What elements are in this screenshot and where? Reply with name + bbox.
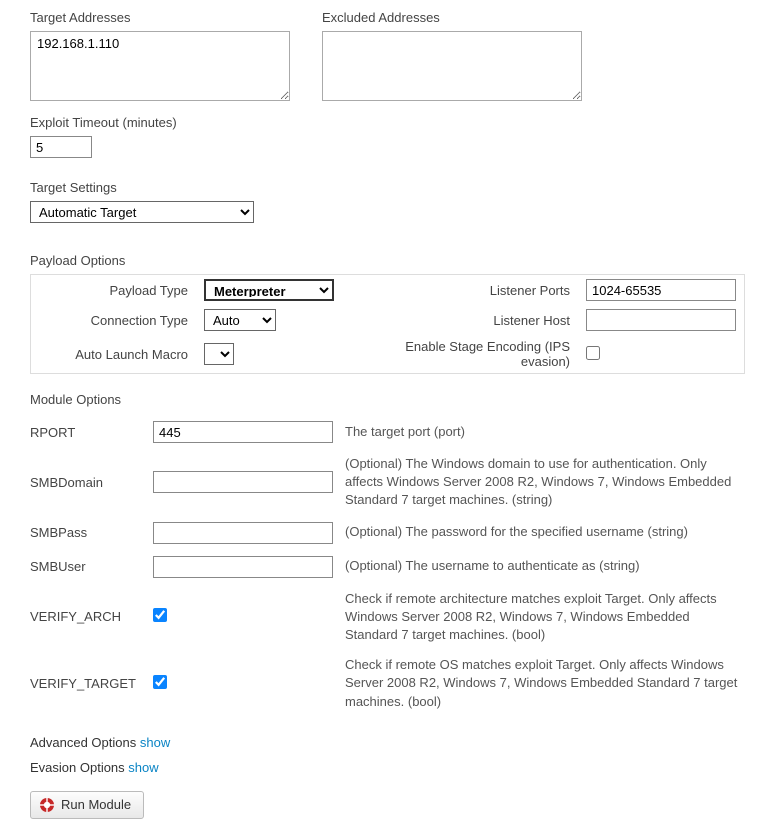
smbuser-desc: (Optional) The username to authenticate … [345,550,745,584]
verify-target-desc: Check if remote OS matches exploit Targe… [345,650,745,717]
verify-target-label: VERIFY_TARGET [30,650,153,717]
smbpass-input[interactable] [153,522,333,544]
exploit-timeout-label: Exploit Timeout (minutes) [30,115,745,130]
excluded-addresses-label: Excluded Addresses [322,10,582,25]
auto-launch-macro-select[interactable] [204,343,234,365]
smbpass-desc: (Optional) The password for the specifie… [345,516,745,550]
module-options-heading: Module Options [30,392,745,407]
evasion-options-show-link[interactable]: show [128,760,158,775]
listener-ports-label: Listener Ports [396,275,578,305]
advanced-options-show-link[interactable]: show [140,735,170,750]
listener-host-label: Listener Host [396,305,578,335]
smbpass-label: SMBPass [30,516,153,550]
rport-label: RPORT [30,415,153,449]
verify-arch-desc: Check if remote architecture matches exp… [345,584,745,651]
connection-type-label: Connection Type [31,305,196,335]
listener-ports-input[interactable] [586,279,736,301]
auto-launch-macro-label: Auto Launch Macro [31,335,196,373]
payload-options-heading: Payload Options [30,253,745,268]
smbdomain-input[interactable] [153,471,333,493]
listener-host-input[interactable] [586,309,736,331]
verify-target-checkbox[interactable] [153,675,167,689]
excluded-addresses-textarea[interactable] [322,31,582,101]
enable-stage-encoding-checkbox[interactable] [586,346,600,360]
target-addresses-label: Target Addresses [30,10,290,25]
target-addresses-textarea[interactable]: 192.168.1.110 [30,31,290,101]
run-module-button[interactable]: Run Module [30,791,144,819]
run-module-button-label: Run Module [61,797,131,812]
enable-stage-encoding-label: Enable Stage Encoding (IPS evasion) [396,335,578,373]
smbuser-input[interactable] [153,556,333,578]
connection-type-select[interactable]: Auto [204,309,276,331]
verify-arch-label: VERIFY_ARCH [30,584,153,651]
rport-desc: The target port (port) [345,415,745,449]
payload-type-select[interactable]: Meterpreter [204,279,334,301]
smbdomain-label: SMBDomain [30,449,153,516]
target-settings-label: Target Settings [30,180,745,195]
rport-input[interactable] [153,421,333,443]
smbuser-label: SMBUser [30,550,153,584]
verify-arch-checkbox[interactable] [153,608,167,622]
exploit-timeout-input[interactable] [30,136,92,158]
advanced-options-label: Advanced Options [30,735,136,750]
module-options-table: RPORT The target port (port) SMBDomain (… [30,415,745,717]
evasion-options-line: Evasion Options show [30,760,745,775]
smbdomain-desc: (Optional) The Windows domain to use for… [345,449,745,516]
payload-type-label: Payload Type [31,275,196,305]
payload-options-panel: Payload Type Meterpreter Listener Ports … [30,274,745,374]
run-icon [39,797,55,813]
advanced-options-line: Advanced Options show [30,735,745,750]
target-settings-select[interactable]: Automatic Target [30,201,254,223]
evasion-options-label: Evasion Options [30,760,125,775]
